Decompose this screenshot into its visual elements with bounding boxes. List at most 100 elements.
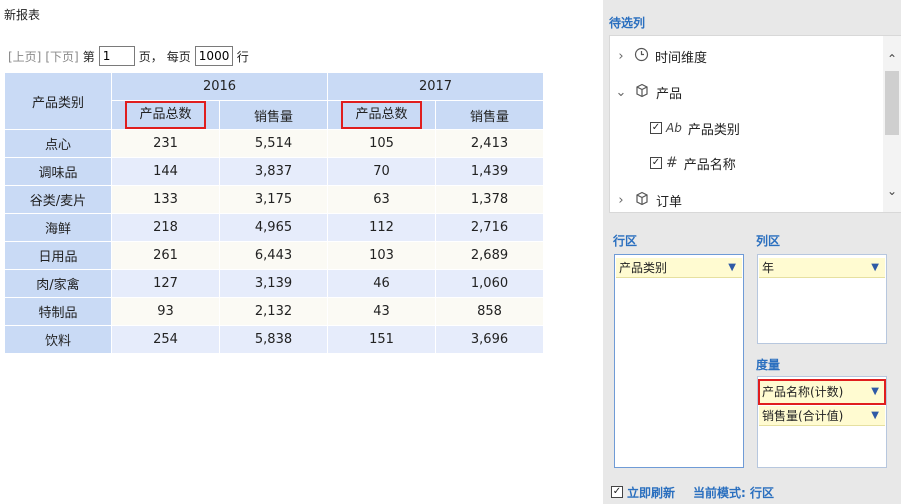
column-field-chip[interactable]: 年 ▼ (759, 258, 885, 278)
data-cell[interactable]: 3,139 (219, 269, 328, 298)
rows-per-page-input[interactable] (194, 46, 233, 66)
auto-refresh-label[interactable]: 立即刷新 (627, 484, 675, 501)
table-row: 调味品 144 3,837 70 1,439 (4, 157, 544, 186)
row-header-cell[interactable]: 谷类/麦片 (4, 185, 112, 214)
chevron-right-icon[interactable]: › (614, 193, 628, 208)
data-cell[interactable]: 858 (435, 297, 544, 326)
cube-icon (634, 83, 650, 102)
data-cell[interactable]: 151 (327, 325, 436, 354)
chip-label: 产品名称(计数) (762, 385, 844, 399)
data-cell[interactable]: 6,443 (219, 241, 328, 270)
data-cell[interactable]: 218 (111, 213, 220, 242)
table-row: 饮料 254 5,838 151 3,696 (4, 325, 544, 354)
chevron-down-icon[interactable]: ⌄ (614, 85, 628, 100)
chip-label: 年 (762, 261, 775, 275)
data-cell[interactable]: 127 (111, 269, 220, 298)
row-header-cell[interactable]: 饮料 (4, 325, 112, 354)
field-tree-scrollbar[interactable]: ⌃ ⌄ (883, 36, 901, 212)
checkbox-checked-icon[interactable]: ✓ (650, 157, 662, 169)
row-header-category[interactable]: 产品类别 (4, 72, 112, 130)
tree-item-label: 订单 (656, 194, 683, 210)
measure-area-dropzone[interactable]: 产品名称(计数) ▼ 销售量(合计值) ▼ (757, 376, 887, 468)
row-header-cell[interactable]: 日用品 (4, 241, 112, 270)
measure-field-chip-sales[interactable]: 销售量(合计值) ▼ (759, 406, 885, 426)
table-row: 海鲜 218 4,965 112 2,716 (4, 213, 544, 242)
data-cell[interactable]: 3,837 (219, 157, 328, 186)
data-cell[interactable]: 1,060 (435, 269, 544, 298)
data-cell[interactable]: 5,514 (219, 129, 328, 158)
data-cell[interactable]: 3,696 (435, 325, 544, 354)
chip-label: 产品类别 (619, 261, 668, 275)
column-area-dropzone[interactable]: 年 ▼ (757, 254, 887, 344)
page-number-input[interactable] (98, 46, 135, 66)
checkbox-checked-icon[interactable]: ✓ (611, 486, 623, 498)
data-cell[interactable]: 144 (111, 157, 220, 186)
data-cell[interactable]: 2,689 (435, 241, 544, 270)
data-cell[interactable]: 112 (327, 213, 436, 242)
column-header-year-2016[interactable]: 2016 (111, 72, 328, 101)
tree-item-product-category[interactable]: ✓ Ab 产品类别 (650, 118, 740, 138)
row-header-cell[interactable]: 点心 (4, 129, 112, 158)
prev-page-link[interactable]: [上页] (8, 48, 41, 65)
available-fields-title: 待选列 (609, 16, 646, 30)
data-cell[interactable]: 1,378 (435, 185, 544, 214)
per-page-prefix-label: 每页 (166, 49, 191, 64)
checkbox-checked-icon[interactable]: ✓ (650, 122, 662, 134)
measure-area-title: 度量 (756, 358, 781, 372)
measure-header-product-count-2017[interactable]: 产品总数 (327, 100, 436, 130)
next-page-link[interactable]: [下页] (45, 48, 78, 65)
data-cell[interactable]: 2,716 (435, 213, 544, 242)
measure-field-chip-product-count[interactable]: 产品名称(计数) ▼ (758, 379, 886, 405)
data-cell[interactable]: 2,132 (219, 297, 328, 326)
data-cell[interactable]: 231 (111, 129, 220, 158)
clock-dimension-icon (634, 47, 649, 66)
scroll-up-icon[interactable]: ⌃ (883, 50, 901, 68)
data-cell[interactable]: 4,965 (219, 213, 328, 242)
data-cell[interactable]: 103 (327, 241, 436, 270)
measure-header-product-count-2016[interactable]: 产品总数 (111, 100, 220, 130)
dropdown-arrow-icon[interactable]: ▼ (871, 410, 879, 421)
data-cell[interactable]: 2,413 (435, 129, 544, 158)
measure-header-sales-2016[interactable]: 销售量 (219, 100, 328, 130)
table-row: 日用品 261 6,443 103 2,689 (4, 241, 544, 270)
data-cell[interactable]: 5,838 (219, 325, 328, 354)
tree-item-product-name[interactable]: ✓ # 产品名称 (650, 153, 736, 173)
data-cell[interactable]: 3,175 (219, 185, 328, 214)
data-cell[interactable]: 43 (327, 297, 436, 326)
row-area-dropzone[interactable]: 产品类别 ▼ (614, 254, 744, 468)
data-cell[interactable]: 105 (327, 129, 436, 158)
data-cell[interactable]: 93 (111, 297, 220, 326)
data-cell[interactable]: 261 (111, 241, 220, 270)
data-cell[interactable]: 1,439 (435, 157, 544, 186)
scrollbar-thumb[interactable] (885, 71, 899, 135)
row-header-cell[interactable]: 肉/家禽 (4, 269, 112, 298)
row-header-cell[interactable]: 调味品 (4, 157, 112, 186)
table-row: 点心 231 5,514 105 2,413 (4, 129, 544, 158)
dropdown-arrow-icon[interactable]: ▼ (871, 262, 879, 273)
measure-header-sales-2017[interactable]: 销售量 (435, 100, 544, 130)
data-cell[interactable]: 63 (327, 185, 436, 214)
row-header-cell[interactable]: 海鲜 (4, 213, 112, 242)
data-cell[interactable]: 254 (111, 325, 220, 354)
table-row: 肉/家禽 127 3,139 46 1,060 (4, 269, 544, 298)
row-header-cell[interactable]: 特制品 (4, 297, 112, 326)
column-header-year-2017[interactable]: 2017 (327, 72, 544, 101)
tree-item-product[interactable]: ⌄ 产品 (614, 82, 682, 102)
report-title: 新报表 (4, 8, 41, 22)
tree-item-time-dimension[interactable]: › 时间维度 (614, 46, 707, 66)
row-field-chip[interactable]: 产品类别 ▼ (616, 258, 742, 278)
data-cell[interactable]: 46 (327, 269, 436, 298)
row-area-title: 行区 (613, 234, 638, 248)
scroll-down-icon[interactable]: ⌄ (883, 182, 901, 200)
data-cell[interactable]: 70 (327, 157, 436, 186)
dropdown-arrow-icon[interactable]: ▼ (871, 386, 879, 397)
field-tree: › 时间维度 ⌄ 产品 ✓ Ab 产品类别 ✓ # 产品名称 › 订单 ⌃ ⌄ (609, 35, 901, 213)
tree-item-label: 产品 (656, 86, 683, 102)
pager: [上页] [下页] 第 页， 每页 行 (8, 46, 253, 66)
pivot-table: 产品类别 2016 2017 产品总数 销售量 产品总数 销售量 点心 231 5,… (4, 72, 544, 354)
data-cell[interactable]: 133 (111, 185, 220, 214)
dropdown-arrow-icon[interactable]: ▼ (728, 262, 736, 273)
current-mode-label: 当前模式: 行区 (693, 485, 774, 500)
chevron-right-icon[interactable]: › (614, 49, 628, 64)
tree-item-order[interactable]: › 订单 (614, 190, 682, 210)
